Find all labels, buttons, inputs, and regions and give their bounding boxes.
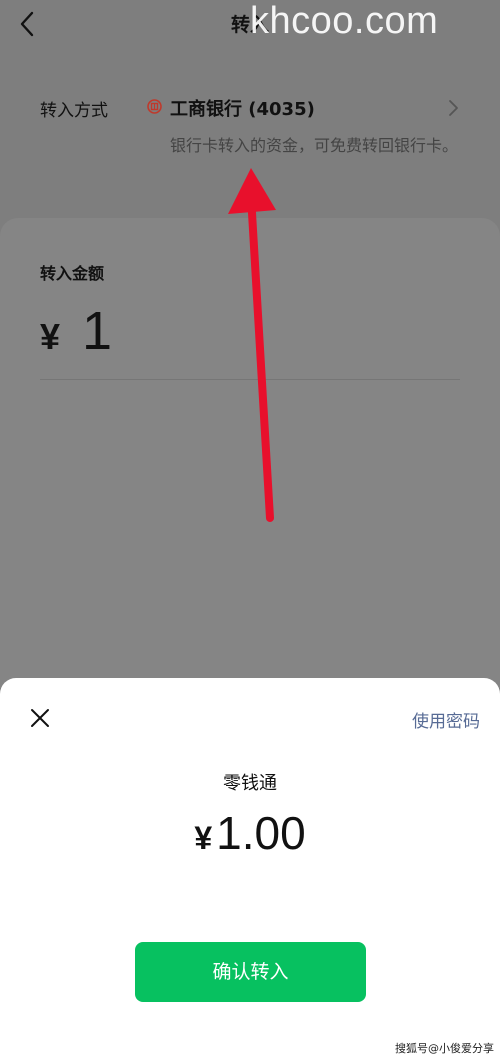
payment-amount-value: 1.00 (216, 807, 306, 859)
bank-account-name[interactable]: 工商银行 (4035) (170, 95, 315, 121)
watermark-text: khcoo.com (250, 0, 439, 42)
amount-input[interactable]: ¥ 1 (40, 300, 112, 362)
payment-sheet (0, 678, 500, 1062)
method-label: 转入方式 (40, 101, 108, 121)
source-credit: 搜狐号@小俊爱分享 (395, 1042, 494, 1055)
close-icon[interactable] (28, 706, 52, 730)
amount-card (0, 218, 500, 688)
use-password-link[interactable]: 使用密码 (412, 707, 480, 732)
amount-label: 转入金额 (40, 264, 105, 283)
bank-logo-icon (147, 99, 162, 114)
confirm-transfer-button[interactable]: 确认转入 (135, 942, 366, 1002)
payment-source: 零钱通 (223, 773, 277, 794)
amount-value: 1 (82, 301, 113, 361)
payment-amount: ¥1.00 (0, 806, 500, 860)
chevron-right-icon[interactable] (446, 98, 460, 118)
method-description: 银行卡转入的资金，可免费转回银行卡。 (170, 136, 459, 155)
amount-divider (40, 379, 460, 380)
currency-symbol: ¥ (40, 316, 61, 357)
payment-currency-symbol: ¥ (194, 820, 213, 856)
